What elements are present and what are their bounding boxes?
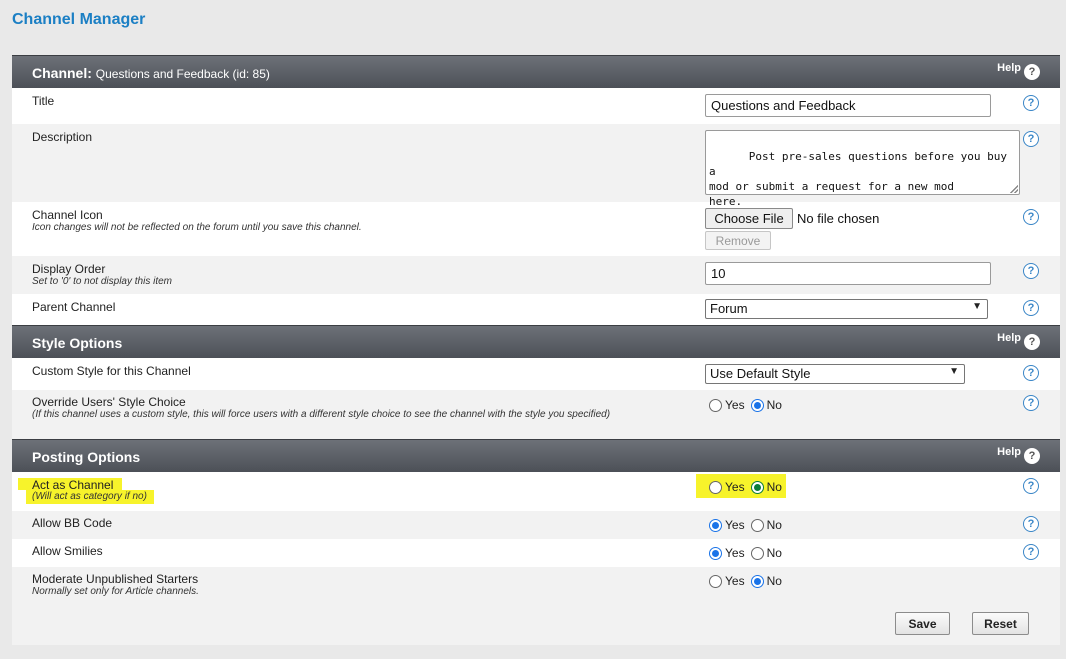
- override-style-radio-group: Yes No: [709, 398, 788, 412]
- style-section-header: Style Options Help ?: [12, 325, 1060, 358]
- moderate-no-radio[interactable]: [750, 574, 764, 588]
- allow-smilies-help-icon[interactable]: ?: [1023, 544, 1039, 560]
- parent-channel-row: Parent Channel Forum ▼ ?: [12, 294, 1060, 325]
- allow-bbcode-no-label: No: [766, 518, 782, 532]
- channel-icon-note: Icon changes will not be reflected on th…: [32, 222, 362, 233]
- moderate-row: Moderate Unpublished Starters Normally s…: [12, 567, 1060, 603]
- allow-smilies-yes-label: Yes: [725, 546, 745, 560]
- channel-icon-help-icon[interactable]: ?: [1023, 209, 1039, 225]
- resize-grip-icon[interactable]: [1010, 185, 1018, 193]
- allow-smilies-yes-radio[interactable]: [709, 546, 722, 560]
- display-order-label: Display Order: [32, 262, 106, 276]
- allow-bbcode-yes-label: Yes: [725, 518, 745, 532]
- description-textarea[interactable]: Post pre-sales questions before you buy …: [705, 130, 1020, 208]
- title-row: Title Questions and Feedback ?: [12, 88, 1060, 124]
- act-as-channel-no-label: No: [766, 480, 782, 494]
- help-icon: ?: [1024, 64, 1040, 80]
- form-footer: Save Reset: [12, 603, 1060, 645]
- display-order-input[interactable]: 10: [705, 262, 991, 285]
- channel-help-link[interactable]: Help ?: [997, 62, 1040, 80]
- chevron-down-icon: ▼: [972, 301, 982, 312]
- help-icon: ?: [1024, 334, 1040, 350]
- help-label: Help: [997, 446, 1021, 458]
- act-as-channel-yes-label: Yes: [725, 480, 745, 494]
- act-as-channel-note: (Will act as category if no): [32, 491, 147, 502]
- custom-style-select[interactable]: Use Default Style ▼: [705, 364, 965, 384]
- override-style-label: Override Users' Style Choice: [32, 395, 186, 409]
- title-label: Title: [32, 94, 55, 108]
- help-icon: ?: [1024, 448, 1040, 464]
- override-help-icon[interactable]: ?: [1023, 395, 1039, 411]
- style-section-title: Style Options: [32, 335, 123, 351]
- description-text: Post pre-sales questions before you buy …: [709, 150, 1008, 208]
- allow-bbcode-no-radio[interactable]: [750, 518, 764, 532]
- description-help-icon[interactable]: ?: [1023, 131, 1039, 147]
- page-title: Channel Manager: [12, 11, 146, 28]
- override-yes-label: Yes: [725, 398, 745, 412]
- parent-channel-value: Forum: [710, 301, 748, 316]
- channel-icon-label: Channel Icon: [32, 208, 103, 222]
- override-no-radio[interactable]: [750, 398, 764, 412]
- moderate-note: Normally set only for Article channels.: [32, 586, 199, 597]
- custom-style-help-icon[interactable]: ?: [1023, 365, 1039, 381]
- channel-subtitle: Questions and Feedback (id: 85): [95, 67, 270, 81]
- moderate-no-label: No: [766, 574, 782, 588]
- override-style-row: Override Users' Style Choice (If this ch…: [12, 390, 1060, 439]
- display-order-help-icon[interactable]: ?: [1023, 263, 1039, 279]
- display-order-note: Set to '0' to not display this item: [32, 276, 172, 287]
- remove-icon-button[interactable]: Remove: [705, 231, 771, 250]
- allow-smilies-row: Allow Smilies Yes No ?: [12, 539, 1060, 567]
- custom-style-row: Custom Style for this Channel Use Defaul…: [12, 358, 1060, 390]
- channel-heading: Channel:: [32, 65, 92, 81]
- description-label: Description: [32, 130, 93, 144]
- allow-bbcode-yes-radio[interactable]: [709, 518, 722, 532]
- allow-smilies-no-radio[interactable]: [750, 546, 764, 560]
- moderate-yes-label: Yes: [725, 574, 745, 588]
- channel-icon-row: Channel Icon Icon changes will not be re…: [12, 202, 1060, 256]
- reset-button[interactable]: Reset: [972, 612, 1029, 635]
- posting-section-title: Posting Options: [32, 449, 141, 465]
- override-yes-radio[interactable]: [709, 398, 722, 412]
- style-help-link[interactable]: Help ?: [997, 332, 1040, 350]
- parent-channel-label: Parent Channel: [32, 300, 116, 314]
- posting-help-link[interactable]: Help ?: [997, 446, 1040, 464]
- channel-section-header: Channel: Questions and Feedback (id: 85)…: [12, 55, 1060, 88]
- choose-file-button[interactable]: Choose File: [705, 208, 793, 229]
- allow-smilies-no-label: No: [766, 546, 782, 560]
- channel-form: Channel: Questions and Feedback (id: 85)…: [12, 55, 1060, 645]
- moderate-yes-radio[interactable]: [709, 574, 722, 588]
- act-as-channel-label: Act as Channel: [32, 478, 114, 492]
- posting-section-header: Posting Options Help ?: [12, 439, 1060, 472]
- act-as-channel-yes-radio[interactable]: [709, 480, 722, 494]
- allow-bbcode-radio-group: Yes No: [709, 518, 788, 532]
- allow-smilies-radio-group: Yes No: [709, 546, 788, 560]
- override-style-note: (If this channel uses a custom style, th…: [32, 409, 611, 420]
- chevron-down-icon: ▼: [949, 366, 959, 377]
- save-button[interactable]: Save: [895, 612, 950, 635]
- act-as-channel-no-radio[interactable]: [750, 480, 764, 494]
- act-as-channel-radio-group: Yes No: [709, 480, 788, 494]
- custom-style-label: Custom Style for this Channel: [32, 364, 191, 378]
- moderate-radio-group: Yes No: [709, 574, 788, 588]
- parent-channel-select[interactable]: Forum ▼: [705, 299, 988, 319]
- allow-bbcode-row: Allow BB Code Yes No ?: [12, 511, 1060, 539]
- channel-section-title: Channel: Questions and Feedback (id: 85): [32, 65, 270, 81]
- description-row: Description Post pre-sales questions bef…: [12, 124, 1060, 208]
- custom-style-value: Use Default Style: [710, 366, 811, 381]
- allow-bbcode-label: Allow BB Code: [32, 516, 113, 530]
- moderate-label: Moderate Unpublished Starters: [32, 572, 199, 586]
- act-as-channel-row: Act as Channel (Will act as category if …: [12, 472, 1060, 511]
- allow-smilies-label: Allow Smilies: [32, 544, 103, 558]
- parent-channel-help-icon[interactable]: ?: [1023, 300, 1039, 316]
- help-label: Help: [997, 62, 1021, 74]
- display-order-row: Display Order Set to '0' to not display …: [12, 256, 1060, 294]
- override-no-label: No: [766, 398, 782, 412]
- allow-bbcode-help-icon[interactable]: ?: [1023, 516, 1039, 532]
- help-label: Help: [997, 332, 1021, 344]
- act-as-channel-help-icon[interactable]: ?: [1023, 478, 1039, 494]
- title-help-icon[interactable]: ?: [1023, 95, 1039, 111]
- file-status: No file chosen: [797, 211, 880, 226]
- title-input[interactable]: Questions and Feedback: [705, 94, 991, 117]
